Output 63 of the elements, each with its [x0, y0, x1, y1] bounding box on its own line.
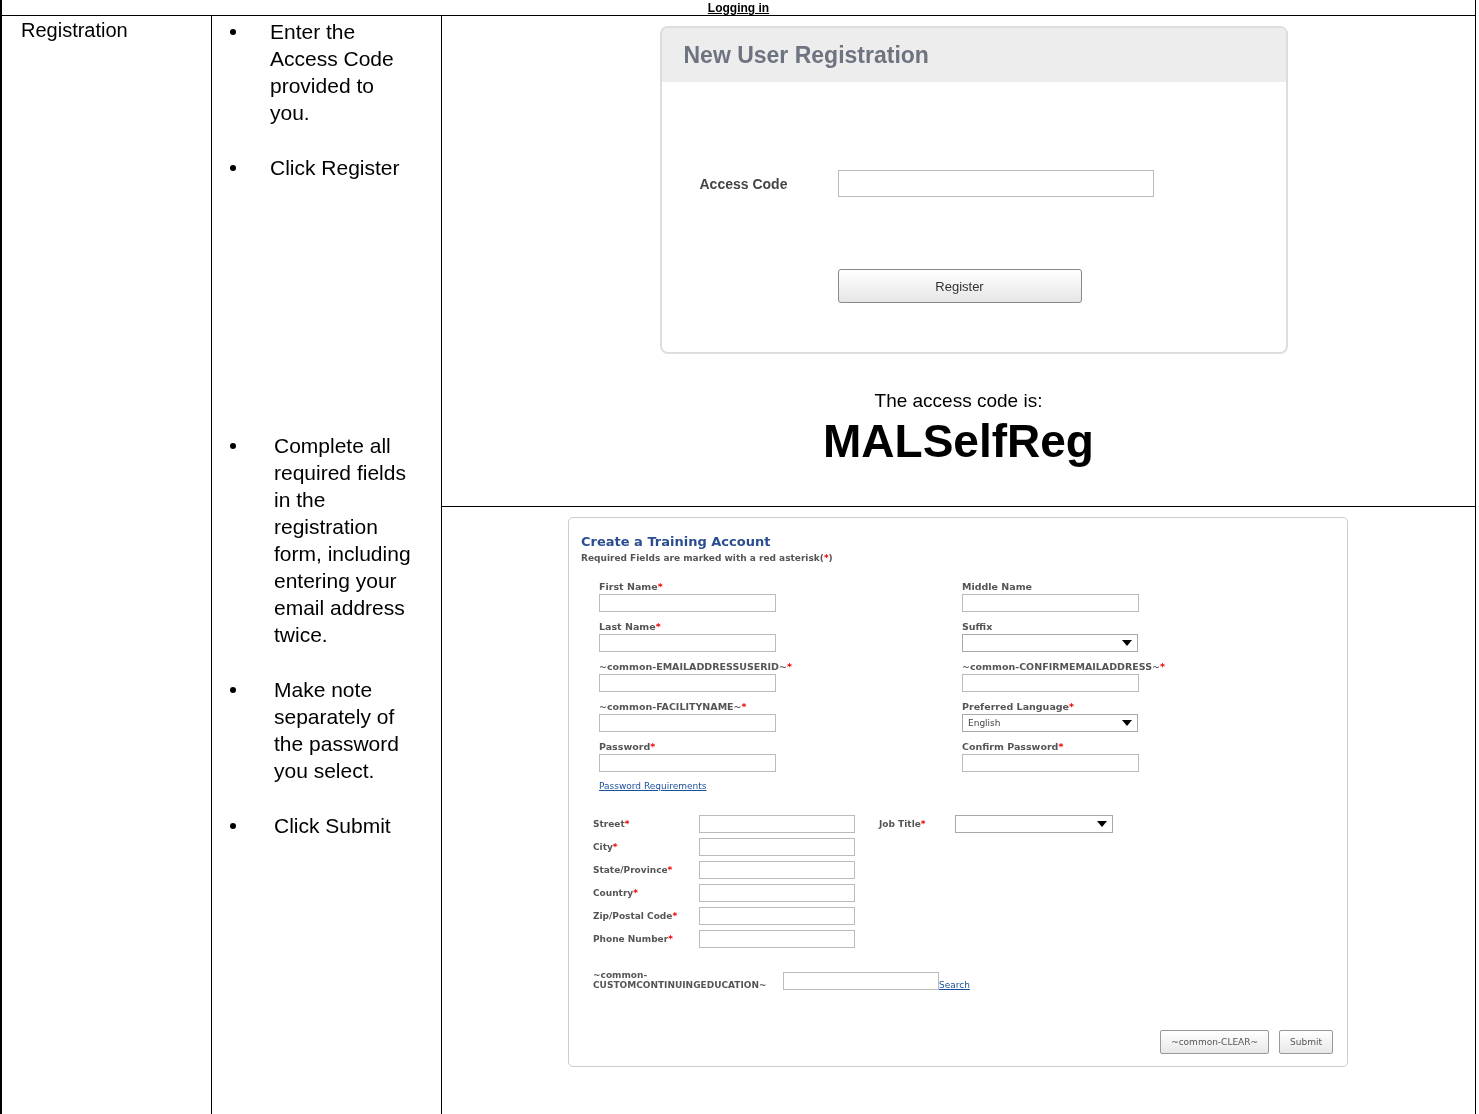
- text-field[interactable]: [599, 714, 776, 732]
- dropdown[interactable]: [962, 634, 1138, 652]
- text-field[interactable]: [599, 634, 776, 652]
- bullet-icon: [230, 443, 236, 449]
- field-label: Last Name*: [599, 621, 662, 632]
- field-label: ~common-CONFIRMEMAILADDRESS~*: [962, 661, 1166, 672]
- caret-icon: [1122, 720, 1132, 726]
- caret-icon: [1097, 821, 1107, 827]
- row-label: Registration: [21, 19, 128, 41]
- bullet-icon: [230, 823, 236, 829]
- field-label: Confirm Password*: [962, 741, 1065, 752]
- step-text: Enter the Access Code provided to you.: [270, 19, 395, 126]
- bullet-icon: [230, 165, 236, 171]
- text-field[interactable]: [699, 861, 855, 879]
- form-button[interactable]: ~common-CLEAR~: [1160, 1030, 1270, 1054]
- text-field[interactable]: [699, 838, 855, 856]
- field-label: Middle Name: [962, 581, 1034, 592]
- text-field[interactable]: [699, 815, 855, 833]
- step-text: Click Submit: [274, 813, 392, 839]
- text-field[interactable]: [962, 754, 1139, 772]
- text-field[interactable]: [699, 907, 855, 925]
- field-label: ~common-EMAILADDRESSUSERID~*: [599, 661, 793, 672]
- register-button[interactable]: Register: [837, 269, 1082, 303]
- field-label: Suffix: [962, 621, 994, 632]
- access-code-text: MALSelfReg: [823, 414, 1094, 468]
- text-field[interactable]: [599, 674, 776, 692]
- field-label: ~common-FACILITYNAME~*: [599, 701, 748, 712]
- bullet-icon: [230, 687, 236, 693]
- field-label: State/Province*: [593, 865, 674, 875]
- form-button[interactable]: Submit: [1279, 1030, 1333, 1054]
- text-field[interactable]: [783, 972, 939, 990]
- field-label: Street*: [593, 819, 631, 829]
- field-label: Zip/Postal Code*: [593, 911, 679, 921]
- step-text: Click Register: [270, 155, 401, 181]
- field-label: Phone Number*: [593, 934, 674, 944]
- field-label: Country*: [593, 888, 639, 898]
- text-field[interactable]: [599, 594, 776, 612]
- dropdown[interactable]: English: [962, 714, 1138, 732]
- field-label: ~common-CUSTOMCONTINUINGEDUCATION~: [593, 970, 768, 990]
- panel-title: New User Registration: [683, 41, 929, 69]
- bullet-icon: [230, 29, 236, 35]
- search-link[interactable]: Search: [939, 980, 970, 990]
- section-title: Logging in: [707, 1, 770, 15]
- field-label: Job Title*: [879, 819, 927, 829]
- access-caption: The access code is:: [874, 390, 1043, 412]
- access-code-field[interactable]: [837, 170, 1154, 197]
- text-field[interactable]: [599, 754, 776, 772]
- field-label: Access Code: [699, 175, 789, 192]
- field-label: Preferred Language*: [962, 701, 1075, 712]
- form-title: Create a Training Account: [581, 534, 772, 549]
- step-text: Complete all required fields in the registration form, including entering your email address twice.: [274, 433, 412, 648]
- dropdown[interactable]: [955, 815, 1113, 833]
- field-label: Password*: [599, 741, 657, 752]
- password-requirements-link[interactable]: Password Requirements: [599, 781, 1335, 791]
- step-text: Make note separately of the password you select.: [274, 677, 400, 784]
- text-field[interactable]: [699, 930, 855, 948]
- text-field[interactable]: [699, 884, 855, 902]
- field-label: First Name*: [599, 581, 664, 592]
- required-note: Required Fields are marked with a red asterisk(*): [581, 553, 834, 563]
- caret-icon: [1122, 640, 1132, 646]
- text-field[interactable]: [962, 594, 1139, 612]
- text-field[interactable]: [962, 674, 1139, 692]
- field-label: City*: [593, 842, 619, 852]
